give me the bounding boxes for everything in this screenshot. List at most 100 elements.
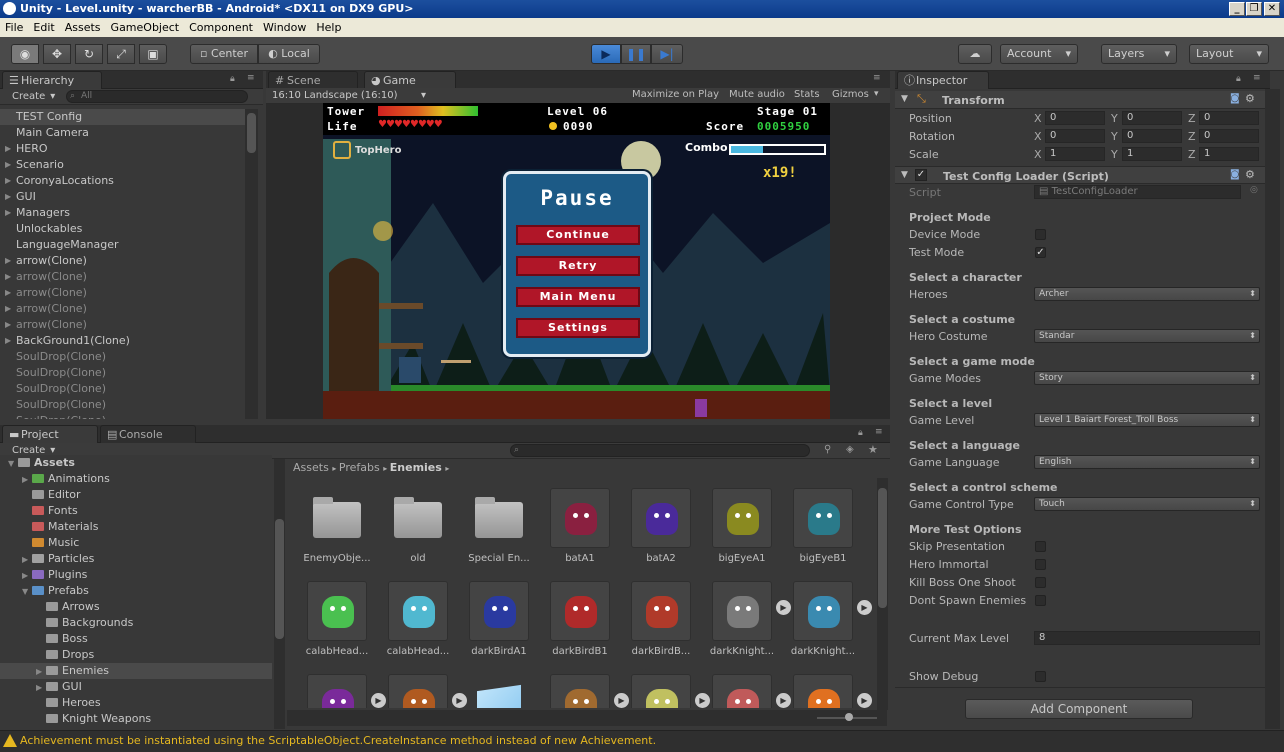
cloud-button[interactable]: ☁: [958, 44, 992, 64]
project-folder-item[interactable]: ▼ Assets: [0, 455, 272, 471]
status-bar[interactable]: Achievement must be instantiated using t…: [0, 730, 1284, 752]
hierarchy-item[interactable]: ▶ GUI: [0, 189, 258, 205]
project-folder-item[interactable]: ▶ Plugins: [0, 567, 272, 583]
hero-costume-dropdown[interactable]: Standar: [1034, 329, 1260, 343]
breadcrumb-prefabs[interactable]: Prefabs: [339, 461, 380, 474]
project-folder-item[interactable]: ▶ GUI: [0, 679, 272, 695]
tab-project[interactable]: ▬ Project: [2, 425, 98, 443]
foldout-arrow-icon[interactable]: ▶: [5, 141, 11, 157]
asset-scroll-thumb[interactable]: [878, 488, 887, 608]
game-level-dropdown[interactable]: Level 1 Baiart Forest_Troll Boss: [1034, 413, 1260, 427]
step-button[interactable]: ▶|: [651, 44, 683, 64]
lock-icon[interactable]: 🔒︎: [230, 74, 235, 84]
asset-item[interactable]: ▶ darkKnight...: [773, 571, 872, 665]
asset-item[interactable]: old: [368, 478, 448, 572]
skip-presentation-checkbox[interactable]: [1035, 541, 1046, 552]
foldout-arrow-icon[interactable]: ▶: [36, 664, 46, 680]
project-folder-item[interactable]: Editor: [0, 487, 272, 503]
project-folder-item[interactable]: Backgrounds: [0, 615, 272, 631]
move-tool-button[interactable]: ✥: [43, 44, 71, 64]
layout-dropdown[interactable]: Layout ▾: [1189, 44, 1269, 64]
asset-item[interactable]: bigEyeB1: [773, 478, 853, 572]
panel-menu-icon[interactable]: ≡: [247, 73, 255, 83]
mute-audio-toggle[interactable]: Mute audio: [729, 89, 785, 100]
device-mode-checkbox[interactable]: [1035, 229, 1046, 240]
menu-gameobject[interactable]: GameObject: [106, 18, 185, 37]
gear-icon[interactable]: ⚙: [1245, 92, 1255, 105]
project-folder-item[interactable]: Materials: [0, 519, 272, 535]
thumbnail-size-handle[interactable]: [845, 713, 853, 721]
filter-label-icon[interactable]: ◈: [846, 444, 854, 455]
hierarchy-item[interactable]: ▶ CoronyaLocations: [0, 173, 258, 189]
foldout-arrow-icon[interactable]: ▶: [5, 285, 11, 301]
account-dropdown[interactable]: Account ▾: [1000, 44, 1078, 64]
asset-item[interactable]: darkBirdB1: [530, 571, 610, 665]
breadcrumb-enemies[interactable]: Enemies: [390, 461, 442, 474]
asset-item[interactable]: ▶: [287, 664, 386, 708]
position-x-field[interactable]: 0: [1045, 111, 1105, 125]
project-folder-item[interactable]: ▶ Particles: [0, 551, 272, 567]
rotation-y-field[interactable]: 0: [1122, 129, 1182, 143]
foldout-arrow-icon[interactable]: ▼: [8, 456, 18, 472]
hierarchy-item[interactable]: ▶ arrow(Clone): [0, 317, 258, 333]
asset-item[interactable]: darkBirdA1: [449, 571, 529, 665]
hierarchy-item[interactable]: SoulDrop(Clone): [0, 413, 258, 419]
hierarchy-item[interactable]: SoulDrop(Clone): [0, 349, 258, 365]
kill-boss-checkbox[interactable]: [1035, 577, 1046, 588]
rotation-x-field[interactable]: 0: [1045, 129, 1105, 143]
maximize-button[interactable]: ❐: [1246, 2, 1262, 16]
script-component-header[interactable]: ▼ ✓ Test Config Loader (Script) ◙ ⚙: [895, 166, 1265, 184]
scale-y-field[interactable]: 1: [1122, 147, 1182, 161]
project-folder-item[interactable]: ▶ Enemies: [0, 663, 272, 679]
expand-play-icon[interactable]: ▶: [857, 693, 872, 708]
control-type-dropdown[interactable]: Touch: [1034, 497, 1260, 511]
hierarchy-create-dropdown[interactable]: Create ▾: [8, 90, 57, 104]
asset-item[interactable]: ▶: [368, 664, 467, 708]
project-folder-item[interactable]: Fonts: [0, 503, 272, 519]
asset-item[interactable]: ▶: [530, 664, 629, 708]
foldout-arrow-icon[interactable]: ▶: [5, 269, 11, 285]
script-field[interactable]: ▤ TestConfigLoader: [1034, 185, 1241, 199]
stats-toggle[interactable]: Stats: [794, 89, 820, 100]
foldout-arrow-icon[interactable]: ▶: [5, 333, 11, 349]
settings-button[interactable]: Settings: [516, 318, 640, 338]
foldout-arrow-icon[interactable]: ▶: [5, 157, 11, 173]
asset-grid-scrollbar[interactable]: [877, 478, 888, 710]
help-icon[interactable]: ◙: [1230, 93, 1240, 104]
project-folder-item[interactable]: ▶ Animations: [0, 471, 272, 487]
hierarchy-item[interactable]: ▶ Managers: [0, 205, 258, 221]
favorite-star-icon[interactable]: ★: [868, 443, 878, 456]
view-tool-button[interactable]: ◉: [11, 44, 39, 64]
foldout-arrow-icon[interactable]: ▶: [5, 205, 11, 221]
test-mode-checkbox[interactable]: ✓: [1035, 247, 1046, 258]
position-y-field[interactable]: 0: [1122, 111, 1182, 125]
continue-button[interactable]: Continue: [516, 225, 640, 245]
asset-item[interactable]: ▶ darkKnight...: [692, 571, 791, 665]
aspect-dropdown[interactable]: 16:10 Landscape (16:10) ▾: [268, 89, 428, 103]
asset-item[interactable]: Special En...: [449, 478, 530, 572]
add-component-button[interactable]: Add Component: [965, 699, 1193, 719]
scale-z-field[interactable]: 1: [1199, 147, 1259, 161]
game-view[interactable]: Tower Life ♥♥♥♥♥♥♥♥ Level 06 0090 Stage …: [323, 103, 830, 419]
project-folder-item[interactable]: Arrows: [0, 599, 272, 615]
game-modes-dropdown[interactable]: Story: [1034, 371, 1260, 385]
asset-item[interactable]: ▶: [692, 664, 791, 708]
asset-item[interactable]: EnemyObje...: [287, 478, 371, 572]
project-folder-item[interactable]: ▼ Prefabs: [0, 583, 272, 599]
foldout-arrow-icon[interactable]: ▶: [22, 568, 32, 584]
asset-item[interactable]: calabHead...: [287, 571, 368, 665]
hierarchy-item[interactable]: ▶ arrow(Clone): [0, 285, 258, 301]
retry-button[interactable]: Retry: [516, 256, 640, 276]
heroes-dropdown[interactable]: Archer: [1034, 287, 1260, 301]
pivot-center-button[interactable]: ▫ Center: [190, 44, 258, 64]
close-button[interactable]: ✕: [1264, 2, 1280, 16]
pivot-local-button[interactable]: ◐ Local: [258, 44, 320, 64]
project-search-input[interactable]: ⌕: [510, 444, 810, 457]
asset-item[interactable]: batA1: [530, 478, 610, 572]
tab-hierarchy[interactable]: ☰ Hierarchy: [2, 71, 102, 89]
asset-item[interactable]: ▶: [611, 664, 710, 708]
inspector-scrollbar[interactable]: [1265, 89, 1280, 729]
foldout-arrow-icon[interactable]: ▶: [5, 317, 11, 333]
panel-menu-icon[interactable]: ≡: [873, 73, 881, 83]
show-debug-checkbox[interactable]: [1035, 671, 1046, 682]
